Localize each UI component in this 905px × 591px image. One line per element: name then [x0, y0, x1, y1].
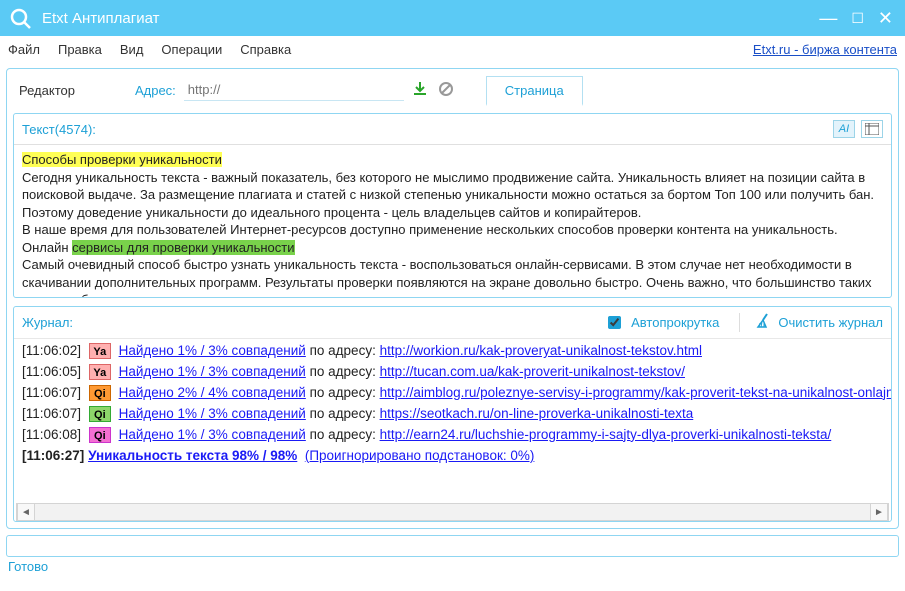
window-title: Etxt Антиплагиат: [42, 10, 819, 27]
search-engine-badge: Ya: [89, 364, 111, 380]
text-paragraph: В наше время для пользователей Интернет-…: [22, 222, 838, 237]
text-paragraph: Сегодня уникальность текста - важный пок…: [22, 170, 874, 220]
match-link[interactable]: Найдено 1% / 3% совпадений: [119, 343, 306, 358]
log-ts: [11:06:07]: [22, 385, 81, 400]
log-title: Журнал:: [22, 315, 588, 330]
url-link[interactable]: http://tucan.com.ua/kak-proverit-unikaln…: [380, 364, 685, 379]
address-label: Адрес:: [135, 83, 176, 98]
log-ts: [11:06:08]: [22, 427, 81, 442]
text-panel: Текст(4574): AI Способы проверки уникаль…: [13, 113, 892, 298]
log-mid: по адресу:: [306, 427, 380, 442]
app-logo-icon: [8, 6, 32, 30]
autoscroll-toggle[interactable]: Автопрокрутка: [608, 315, 719, 330]
etxt-link[interactable]: Etxt.ru - биржа контента: [753, 42, 897, 57]
bottom-strip: [6, 535, 899, 557]
match-link[interactable]: Найдено 1% / 3% совпадений: [119, 406, 306, 421]
log-line: [11:06:02] Ya Найдено 1% / 3% совпадений…: [22, 341, 883, 362]
url-link[interactable]: http://workion.ru/kak-proveryat-unikalno…: [380, 343, 702, 358]
highlight-title: Способы проверки уникальности: [22, 152, 222, 167]
clear-log-label: Очистить журнал: [778, 315, 883, 330]
highlight-phrase: сервисы для проверки уникальности: [72, 240, 294, 255]
text-panel-title: Текст(4574):: [22, 122, 833, 137]
text-content[interactable]: Способы проверки уникальности Сегодня ун…: [14, 145, 891, 297]
log-ts: [11:06:05]: [22, 364, 81, 379]
maximize-button[interactable]: ☐: [851, 11, 864, 25]
text-paragraph: Самый очевидный способ быстро узнать уни…: [22, 257, 872, 297]
match-link[interactable]: Найдено 1% / 3% совпадений: [119, 427, 306, 442]
horizontal-scrollbar[interactable]: ◄ ►: [16, 503, 889, 521]
scroll-left-button[interactable]: ◄: [17, 504, 35, 520]
autoscroll-label: Автопрокрутка: [631, 315, 719, 330]
log-mid: по адресу:: [306, 343, 380, 358]
match-link[interactable]: Найдено 1% / 3% совпадений: [119, 364, 306, 379]
main-panel: Редактор Адрес: Страница Текст(4574): AI…: [6, 68, 899, 529]
summary-extra: (Проигнорировано подстановок: 0%): [305, 448, 535, 463]
layout-mode-icon[interactable]: [861, 120, 883, 138]
toolbar: Редактор Адрес: Страница: [13, 75, 892, 105]
search-engine-badge: Ya: [89, 343, 111, 359]
text-mode-icon[interactable]: AI: [833, 120, 855, 138]
status-bar: Готово: [0, 557, 905, 579]
log-line: [11:06:08] Qi Найдено 1% / 3% совпадений…: [22, 425, 883, 446]
search-engine-badge: Qi: [89, 385, 111, 401]
minimize-button[interactable]: ―: [819, 9, 837, 27]
log-body[interactable]: [11:06:02] Ya Найдено 1% / 3% совпадений…: [14, 339, 891, 497]
cancel-icon[interactable]: [438, 81, 456, 99]
menu-help[interactable]: Справка: [240, 42, 291, 57]
tab-page[interactable]: Страница: [486, 76, 583, 106]
url-link[interactable]: http://earn24.ru/luchshie-programmy-i-sa…: [380, 427, 832, 442]
url-link[interactable]: https://seotkach.ru/on-line-proverka-uni…: [380, 406, 694, 421]
log-mid: по адресу:: [306, 385, 380, 400]
address-input[interactable]: [184, 79, 404, 101]
menu-operations[interactable]: Операции: [161, 42, 222, 57]
clear-log-button[interactable]: Очистить журнал: [739, 313, 883, 332]
search-engine-badge: Qi: [89, 406, 111, 422]
log-line: [11:06:07] Qi Найдено 1% / 3% совпадений…: [22, 404, 883, 425]
autoscroll-checkbox[interactable]: [608, 316, 621, 329]
log-ts: [11:06:07]: [22, 406, 81, 421]
log-ts: [11:06:02]: [22, 343, 81, 358]
broom-icon: [756, 313, 772, 332]
url-link[interactable]: http://aimblog.ru/poleznye-servisy-i-pro…: [380, 385, 891, 400]
search-engine-badge: Qi: [89, 427, 111, 443]
summary-main: Уникальность текста 98% / 98%: [88, 448, 297, 463]
title-bar: Etxt Антиплагиат ― ☐ ✕: [0, 0, 905, 36]
match-link[interactable]: Найдено 2% / 4% совпадений: [119, 385, 306, 400]
scroll-right-button[interactable]: ►: [870, 504, 888, 520]
menu-bar: Файл Правка Вид Операции Справка Etxt.ru…: [0, 36, 905, 62]
menu-file[interactable]: Файл: [8, 42, 40, 57]
log-line: [11:06:07] Qi Найдено 2% / 4% совпадений…: [22, 383, 883, 404]
menu-view[interactable]: Вид: [120, 42, 144, 57]
log-mid: по адресу:: [306, 406, 380, 421]
log-line: [11:06:05] Ya Найдено 1% / 3% совпадений…: [22, 362, 883, 383]
log-panel: Журнал: Автопрокрутка Очистить журнал [1…: [13, 306, 892, 522]
close-button[interactable]: ✕: [878, 9, 893, 27]
editor-label: Редактор: [13, 83, 75, 98]
log-ts: [11:06:27]: [22, 448, 84, 463]
log-summary: [11:06:27] Уникальность текста 98% / 98%…: [22, 446, 883, 467]
log-mid: по адресу:: [306, 364, 380, 379]
status-text: Готово: [8, 559, 48, 574]
go-download-icon[interactable]: [412, 81, 430, 99]
menu-edit[interactable]: Правка: [58, 42, 102, 57]
text-inline: Онлайн: [22, 240, 72, 255]
